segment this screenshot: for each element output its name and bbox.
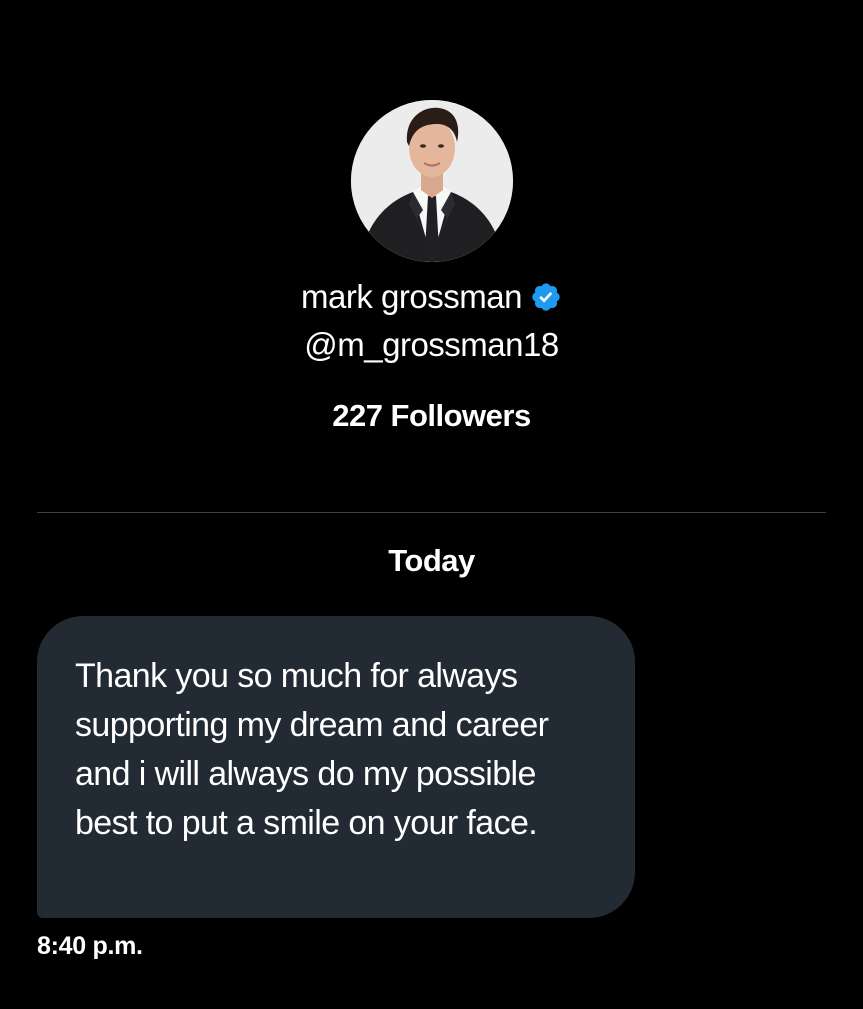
verified-badge-icon <box>530 281 562 313</box>
avatar[interactable] <box>351 100 513 262</box>
display-name-row[interactable]: mark grossman <box>0 278 863 316</box>
user-handle[interactable]: @m_grossman18 <box>0 326 863 364</box>
display-name[interactable]: mark grossman <box>301 278 522 315</box>
message-text: Thank you so much for always supporting … <box>75 657 549 842</box>
followers-stat[interactable]: 227 Followers <box>0 398 863 434</box>
avatar-photo <box>351 100 513 262</box>
followers-label: Followers <box>390 398 532 433</box>
day-separator: Today <box>388 543 475 578</box>
divider <box>37 512 826 513</box>
followers-count: 227 <box>332 398 383 433</box>
message-bubble[interactable]: Thank you so much for always supporting … <box>37 616 635 918</box>
message-timestamp: 8:40 p.m. <box>37 932 143 960</box>
